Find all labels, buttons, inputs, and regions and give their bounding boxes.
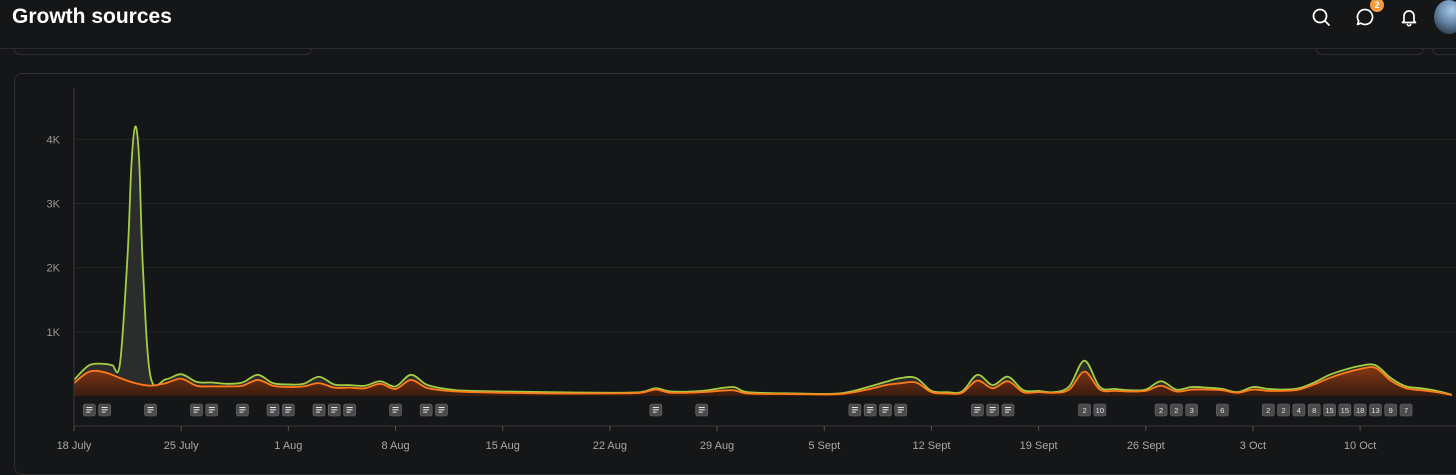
post-marker[interactable] (1001, 403, 1015, 417)
post-marker[interactable] (848, 403, 862, 417)
y-tick-label: 2K (47, 263, 61, 275)
post-marker[interactable] (435, 403, 448, 417)
post-marker[interactable] (312, 403, 326, 417)
y-tick-label: 1K (47, 327, 61, 339)
post-marker[interactable] (971, 403, 984, 417)
post-marker[interactable] (986, 403, 999, 417)
post-marker-count: 4 (1297, 406, 1301, 415)
post-marker-count: 2 (1159, 406, 1163, 415)
post-marker[interactable] (98, 403, 111, 417)
post-marker-count: 9 (1389, 406, 1393, 415)
area-layer (73, 125, 1453, 396)
post-marker-count: 2 (1082, 406, 1086, 415)
post-marker[interactable] (236, 403, 249, 417)
total-line (73, 125, 1453, 396)
post-marker[interactable]: 15 (1338, 403, 1352, 417)
post-marker[interactable]: 8 (1307, 403, 1321, 417)
post-marker[interactable] (389, 403, 402, 417)
post-marker[interactable] (695, 403, 709, 417)
post-marker-count: 18 (1356, 406, 1364, 415)
post-marker[interactable]: 2 (1277, 403, 1290, 417)
post-marker[interactable] (282, 403, 295, 417)
post-marker[interactable]: 6 (1216, 403, 1229, 417)
post-marker-count: 2 (1266, 406, 1270, 415)
x-tick-label: 12 Sept (912, 440, 950, 452)
post-marker-count: 7 (1404, 406, 1408, 415)
x-tick-label: 10 Oct (1344, 440, 1376, 452)
x-tick-label: 26 Sept (1127, 440, 1165, 452)
post-marker-count: 8 (1312, 406, 1316, 415)
x-tick-label: 8 Aug (381, 440, 409, 452)
post-marker[interactable] (419, 403, 433, 417)
post-marker[interactable] (327, 403, 341, 417)
x-tick-label: 25 July (164, 440, 199, 452)
x-tick-label: 18 July (57, 440, 92, 452)
post-marker[interactable]: 7 (1399, 403, 1413, 417)
x-tick-label: 5 Sept (808, 440, 840, 452)
post-marker[interactable] (894, 403, 908, 417)
post-marker-count: 6 (1220, 406, 1224, 415)
post-marker[interactable] (266, 403, 280, 417)
growth-chart: 2 10 2 2 3 6 2 2 4 8 15 15 18 13 9 7 1K2K3K4K18 July 25 … (47, 88, 1456, 452)
post-marker[interactable]: 2 (1078, 403, 1091, 417)
post-marker[interactable]: 18 (1353, 403, 1367, 417)
axis-layer: 1K2K3K4K18 July 25 July 1 Aug 8 Aug 15 Aug 22… (47, 88, 1456, 452)
post-marker-count: 2 (1174, 406, 1178, 415)
post-marker[interactable] (144, 403, 157, 417)
post-marker[interactable]: 10 (1093, 403, 1107, 417)
post-marker[interactable]: 2 (1154, 403, 1168, 417)
post-marker[interactable] (83, 403, 96, 417)
post-marker[interactable] (205, 403, 219, 417)
post-marker-count: 2 (1281, 406, 1285, 415)
total-area (74, 126, 1452, 396)
post-marker[interactable]: 2 (1261, 403, 1275, 417)
post-marker[interactable]: 3 (1185, 403, 1199, 417)
post-marker[interactable]: 2 (1170, 403, 1183, 417)
grid-layer (74, 138, 1456, 333)
x-tick-label: 19 Sept (1020, 440, 1058, 452)
x-tick-label: 15 Aug (486, 440, 520, 452)
total-line-highlight (73, 126, 1453, 396)
post-marker[interactable] (863, 403, 877, 417)
post-marker[interactable] (649, 403, 663, 417)
post-marker-count: 15 (1341, 406, 1349, 415)
post-marker-count: 3 (1190, 406, 1194, 415)
post-marker-count: 13 (1371, 406, 1379, 415)
post-marker[interactable] (879, 403, 892, 417)
y-tick-label: 3K (47, 199, 61, 211)
x-tick-label: 22 Aug (593, 440, 627, 452)
marker-layer: 2 10 2 2 3 6 2 2 4 8 15 15 18 13 9 7 (83, 403, 1413, 417)
post-marker[interactable]: 13 (1369, 403, 1382, 417)
x-tick-label: 29 Aug (700, 440, 734, 452)
post-marker[interactable]: 4 (1292, 403, 1306, 417)
x-tick-label: 3 Oct (1240, 440, 1266, 452)
x-tick-label: 1 Aug (274, 440, 302, 452)
post-marker-count: 10 (1096, 406, 1104, 415)
y-tick-label: 4K (47, 134, 61, 146)
post-marker-count: 15 (1325, 406, 1333, 415)
post-marker[interactable] (190, 403, 203, 417)
post-marker[interactable]: 15 (1323, 403, 1336, 417)
post-marker[interactable]: 9 (1384, 403, 1398, 417)
post-marker[interactable] (343, 403, 356, 417)
